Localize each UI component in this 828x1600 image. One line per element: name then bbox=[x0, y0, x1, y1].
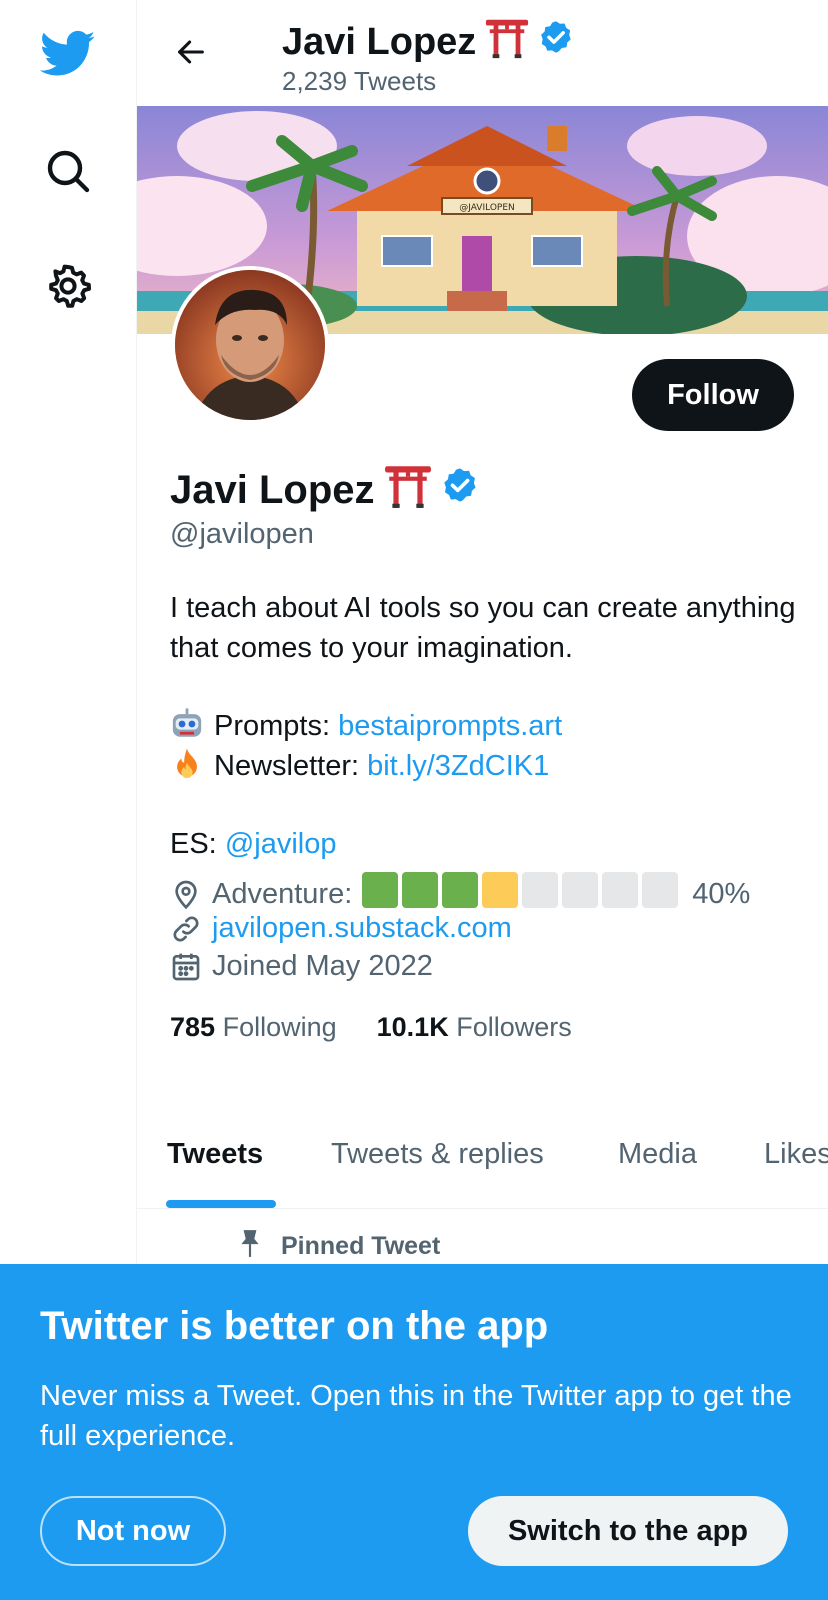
location-row: Adventure: 40% bbox=[170, 872, 750, 916]
website-row: javilopen.substack.com bbox=[170, 912, 512, 945]
app-promo-sheet: Twitter is better on the app Never miss … bbox=[0, 1264, 828, 1600]
bio-prompts-line: Prompts: bestaiprompts.art bbox=[170, 706, 810, 746]
active-tab-indicator bbox=[166, 1200, 276, 1208]
follow-stats: 785 Following 10.1K Followers bbox=[170, 1012, 572, 1043]
pinned-label: Pinned Tweet bbox=[281, 1232, 441, 1260]
arrow-left-icon[interactable] bbox=[167, 28, 215, 76]
bio-newsletter-line: Newsletter: bit.ly/3ZdCIK1 bbox=[170, 746, 810, 786]
calendar-icon bbox=[170, 951, 202, 983]
tweet-count: 2,239 Tweets bbox=[282, 66, 437, 96]
profile-tabs: Tweets Tweets & replies Media Likes bbox=[137, 1100, 828, 1209]
switch-to-app-button[interactable]: Switch to the app bbox=[468, 1496, 788, 1566]
fire-emoji-icon bbox=[170, 747, 204, 781]
adventure-progress-square bbox=[642, 872, 679, 908]
bio-es-line: ES: @javilop bbox=[170, 824, 810, 864]
following-count: 785 bbox=[170, 1012, 216, 1042]
followers-label: Followers bbox=[456, 1012, 572, 1042]
followers-count: 10.1K bbox=[376, 1012, 449, 1042]
settings-gear-icon[interactable] bbox=[40, 258, 96, 314]
header-name-row: Javi Lopez bbox=[282, 14, 574, 70]
newsletter-link[interactable]: bit.ly/3ZdCIK1 bbox=[367, 750, 549, 782]
website-link[interactable]: javilopen.substack.com bbox=[212, 912, 512, 945]
adventure-progress-square bbox=[482, 872, 519, 908]
tab-tweets-and-replies[interactable]: Tweets & replies bbox=[331, 1100, 544, 1208]
profile-name-row: Javi Lopez bbox=[170, 460, 479, 520]
follow-button[interactable]: Follow bbox=[632, 359, 794, 431]
twitter-bird-logo[interactable] bbox=[40, 26, 96, 82]
adventure-progress-square bbox=[522, 872, 559, 908]
adventure-progress-square bbox=[602, 872, 639, 908]
banner-sign-text: @JAVILOPEN bbox=[459, 203, 515, 213]
header-name: Javi Lopez bbox=[282, 20, 477, 63]
location-pin-icon bbox=[170, 878, 202, 910]
profile-handle: @javilopen bbox=[170, 518, 314, 550]
pinned-tweet-header: Pinned Tweet bbox=[237, 1228, 440, 1264]
prompts-link[interactable]: bestaiprompts.art bbox=[338, 710, 562, 742]
bio-text: I teach about AI tools so you can create… bbox=[170, 592, 796, 664]
verified-badge-icon bbox=[441, 466, 479, 514]
app-promo-title: Twitter is better on the app bbox=[40, 1304, 549, 1348]
adventure-progress-bar bbox=[362, 872, 682, 916]
newsletter-label: Newsletter: bbox=[214, 750, 360, 782]
joined-date: Joined May 2022 bbox=[212, 950, 433, 982]
tab-likes[interactable]: Likes bbox=[764, 1100, 828, 1208]
followers-stat[interactable]: 10.1K Followers bbox=[377, 1012, 572, 1043]
pin-icon bbox=[237, 1228, 263, 1264]
prompts-label: Prompts: bbox=[214, 710, 331, 742]
profile-name: Javi Lopez bbox=[170, 467, 375, 512]
not-now-button[interactable]: Not now bbox=[40, 1496, 226, 1566]
search-icon[interactable] bbox=[40, 143, 96, 199]
es-label: ES: bbox=[170, 828, 217, 860]
profile-column: Javi Lopez 2,239 Tweets @JAVILOPEN Follo… bbox=[137, 0, 828, 1264]
adventure-progress-square bbox=[402, 872, 439, 908]
torii-gate-icon bbox=[484, 14, 530, 70]
top-bar: Javi Lopez 2,239 Tweets bbox=[137, 0, 828, 106]
app-promo-body: Never miss a Tweet. Open this in the Twi… bbox=[40, 1380, 792, 1452]
adventure-progress-square bbox=[362, 872, 399, 908]
torii-gate-icon bbox=[383, 460, 433, 520]
adventure-percent: 40% bbox=[692, 877, 751, 910]
profile-bio: I teach about AI tools so you can create… bbox=[170, 588, 810, 864]
adventure-progress-square bbox=[442, 872, 479, 908]
es-mention-link[interactable]: @javilop bbox=[225, 828, 337, 860]
sidebar bbox=[0, 0, 137, 1264]
joined-row: Joined May 2022 bbox=[170, 950, 433, 983]
tab-tweets[interactable]: Tweets bbox=[167, 1100, 263, 1208]
link-icon bbox=[170, 913, 202, 945]
following-stat[interactable]: 785 Following bbox=[170, 1012, 337, 1043]
verified-badge-icon bbox=[538, 19, 574, 65]
following-label: Following bbox=[222, 1012, 337, 1042]
avatar[interactable] bbox=[171, 266, 329, 424]
adventure-progress-square bbox=[562, 872, 599, 908]
robot-emoji-icon bbox=[170, 707, 204, 741]
tab-media[interactable]: Media bbox=[618, 1100, 697, 1208]
location-label: Adventure: bbox=[212, 877, 353, 910]
